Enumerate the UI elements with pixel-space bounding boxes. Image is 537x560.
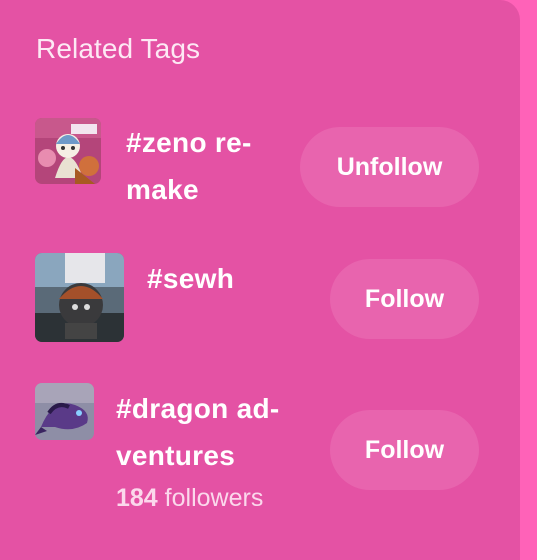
tag-name-line: make: [126, 174, 199, 205]
anime-character-thumbnail[interactable]: [35, 118, 101, 184]
follow-button[interactable]: Follow: [330, 410, 479, 490]
plush-toy-thumbnail[interactable]: [35, 253, 124, 342]
tag-name[interactable]: #zeno re- make: [126, 119, 252, 213]
tag-name-line: ventures: [116, 440, 236, 471]
tag-name-line: #dragon ad-: [116, 393, 280, 424]
followers-label: followers: [164, 484, 264, 512]
tag-name[interactable]: #sewh: [147, 255, 234, 302]
followers-count: 184 followers: [116, 484, 263, 513]
related-tags-panel: Related Tags #zeno re- make Unfollow #se…: [0, 0, 520, 560]
follow-button[interactable]: Follow: [330, 259, 479, 339]
dragon-thumbnail[interactable]: [35, 383, 94, 440]
section-title: Related Tags: [36, 33, 201, 64]
tag-name[interactable]: #dragon ad- ventures: [116, 385, 280, 479]
tag-name-line: #zeno re-: [126, 127, 252, 158]
unfollow-button[interactable]: Unfollow: [300, 127, 479, 207]
followers-number: 184: [116, 484, 158, 512]
tag-name-line: #sewh: [147, 263, 235, 294]
